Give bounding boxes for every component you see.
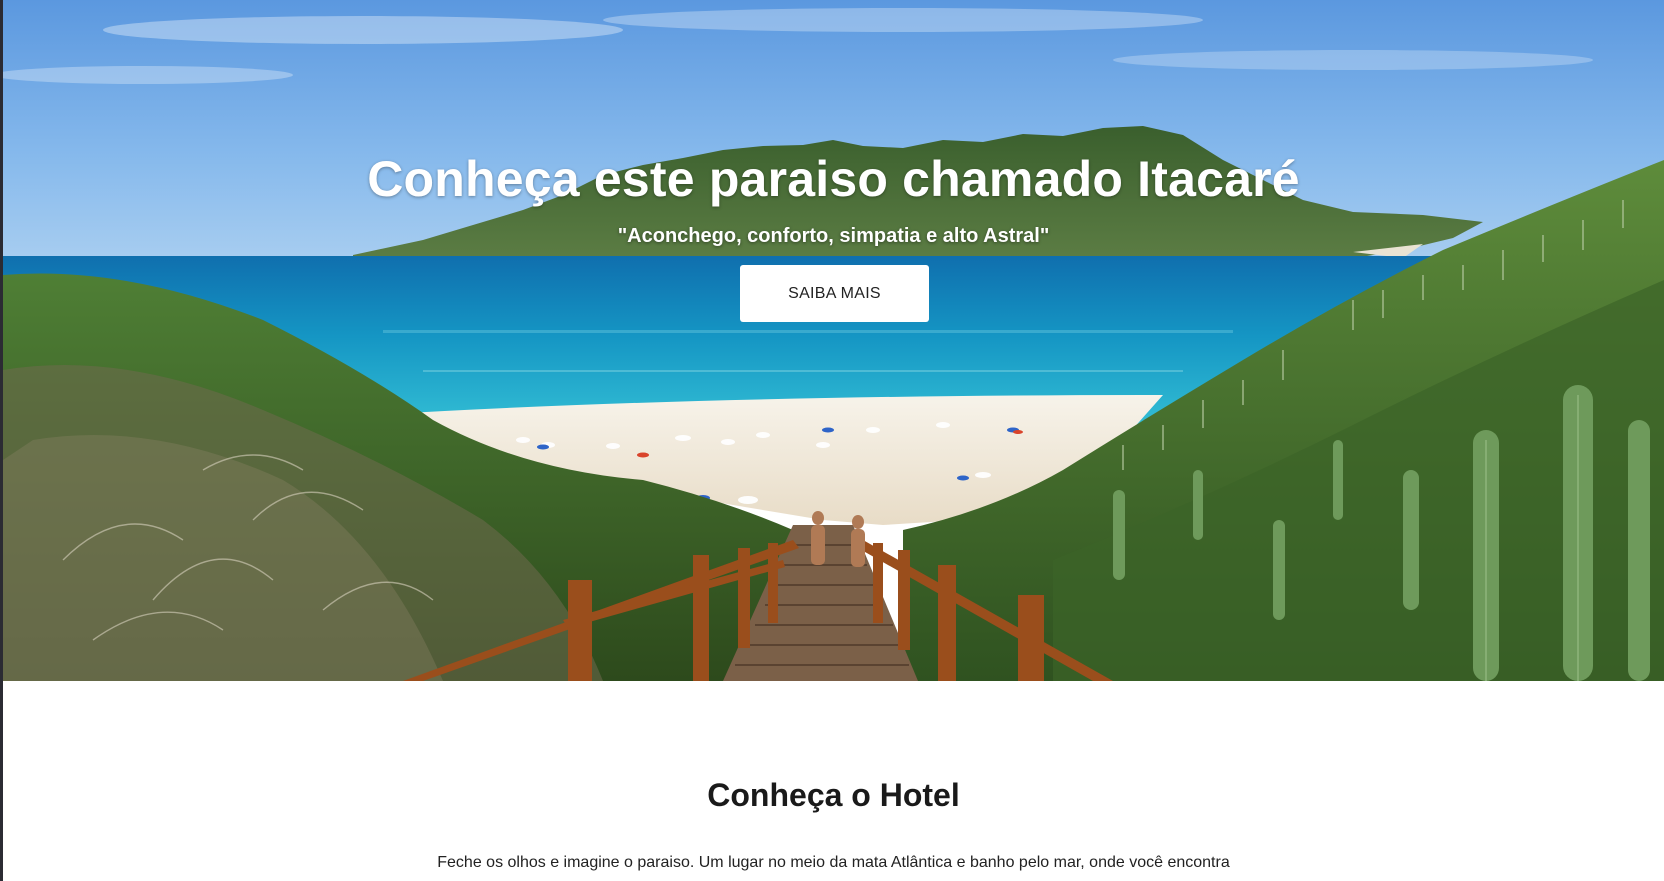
hero-title: Conheça este paraiso chamado Itacaré [367, 151, 1300, 207]
page: Conheça este paraiso chamado Itacaré "Ac… [0, 0, 1664, 881]
section-title: Conheça o Hotel [707, 777, 960, 813]
saiba-mais-button[interactable]: SAIBA MAIS [740, 265, 929, 322]
hero-section: Conheça este paraiso chamado Itacaré "Ac… [3, 0, 1664, 681]
hero-subtitle: "Aconchego, conforto, simpatia e alto As… [617, 225, 1050, 247]
window-edge [0, 0, 3, 881]
hero-background-image [3, 0, 1664, 681]
about-hotel-section: Conheça o Hotel Feche os olhos e imagine… [3, 681, 1664, 881]
section-description: Feche os olhos e imagine o paraiso. Um l… [437, 854, 1230, 881]
